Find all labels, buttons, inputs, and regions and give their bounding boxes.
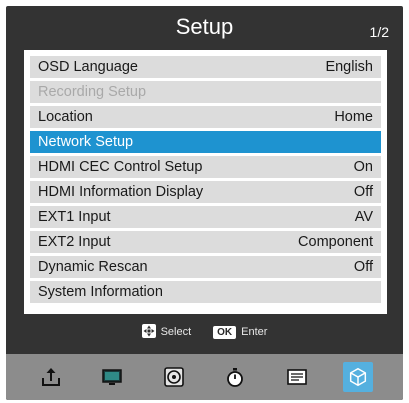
guide-list-icon[interactable] [282, 362, 312, 392]
select-hint-label: Select [160, 326, 192, 338]
menu-item-value: English [325, 59, 373, 75]
menu-item-label: EXT1 Input [38, 209, 111, 225]
menu-item-hdmi-information-display[interactable]: HDMI Information Display Off [30, 181, 381, 203]
bottom-menu-bar [6, 354, 403, 400]
menu-item-network-setup[interactable]: Network Setup [30, 131, 381, 153]
menu-item-label: Network Setup [38, 134, 134, 150]
menu-item-value: Home [334, 109, 373, 125]
page-number: 1/2 [369, 24, 389, 40]
menu-item-osd-language[interactable]: OSD Language English [30, 56, 381, 78]
menu-item-recording-setup: Recording Setup [30, 81, 381, 103]
menu-item-location[interactable]: Location Home [30, 106, 381, 128]
menu-item-value: AV [354, 209, 373, 225]
key-hint-bar: Select OK Enter [6, 320, 403, 344]
menu-item-label: Recording Setup [38, 84, 147, 100]
menu-item-value: Component [298, 234, 373, 250]
ok-key-icon: OK [213, 325, 237, 339]
menu-item-label: HDMI CEC Control Setup [38, 159, 203, 175]
setup-cube-icon[interactable] [343, 362, 374, 392]
menu-item-label: Location [38, 109, 93, 125]
settings-menu: OSD Language English Recording Setup Loc… [24, 50, 387, 314]
enter-hint: OK Enter [213, 325, 268, 339]
menu-item-dynamic-rescan[interactable]: Dynamic Rescan Off [30, 256, 381, 278]
menu-item-label: System Information [38, 284, 163, 300]
menu-item-hdmi-cec-control-setup[interactable]: HDMI CEC Control Setup On [30, 156, 381, 178]
menu-item-label: OSD Language [38, 59, 138, 75]
setup-screen: Setup 1/2 OSD Language English Recording… [6, 6, 403, 400]
enter-hint-label: Enter [241, 326, 268, 338]
title-bar: Setup 1/2 [6, 6, 403, 50]
menu-item-label: EXT2 Input [38, 234, 111, 250]
select-hint: Select [141, 323, 192, 341]
menu-item-ext2-input[interactable]: EXT2 Input Component [30, 231, 381, 253]
menu-item-label: HDMI Information Display [38, 184, 204, 200]
menu-item-system-information[interactable]: System Information [30, 281, 381, 303]
timer-icon[interactable] [220, 362, 250, 392]
media-disc-icon[interactable] [159, 362, 189, 392]
menu-item-ext1-input[interactable]: EXT1 Input AV [30, 206, 381, 228]
menu-item-value: On [353, 159, 373, 175]
menu-item-value: Off [353, 184, 373, 200]
tv-screen-icon[interactable] [97, 362, 127, 392]
navigation-pad-icon [141, 323, 156, 341]
menu-item-label: Dynamic Rescan [38, 259, 148, 275]
page-title: Setup [175, 14, 234, 39]
menu-item-value: Off [353, 259, 373, 275]
upload-icon[interactable] [36, 362, 66, 392]
